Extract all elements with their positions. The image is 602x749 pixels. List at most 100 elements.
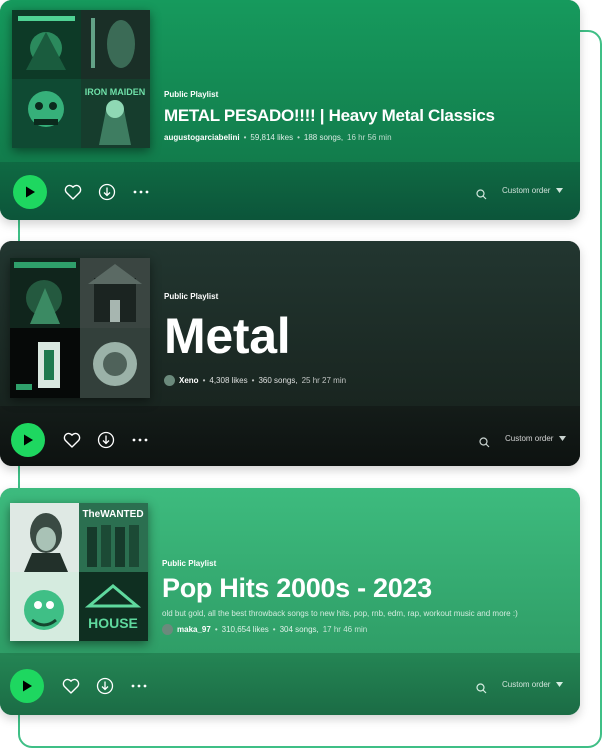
more-icon bbox=[133, 190, 149, 194]
cover-art-2 bbox=[80, 258, 150, 328]
cover-art-2: TheWANTED bbox=[79, 503, 148, 572]
playlist-description: old but gold, all the best throwback son… bbox=[162, 609, 518, 618]
caret-down-icon bbox=[559, 436, 567, 441]
heart-icon bbox=[64, 184, 82, 200]
playlist-type-label: Public Playlist bbox=[162, 559, 217, 568]
cover-tile bbox=[10, 258, 80, 328]
playlist-stats: augustogarciabelini • 59,814 likes • 188… bbox=[164, 133, 574, 142]
cover-art-4: HOUSE bbox=[79, 572, 148, 641]
search-icon bbox=[479, 437, 490, 448]
playlist-cover bbox=[10, 258, 150, 398]
separator-dot: • bbox=[243, 133, 247, 142]
search-button[interactable] bbox=[476, 681, 487, 699]
separator-dot: • bbox=[297, 133, 300, 142]
playlist-cover: IRON MAIDEN bbox=[12, 10, 150, 148]
cover-tile bbox=[10, 503, 79, 572]
cover-tile bbox=[12, 79, 81, 148]
playlist-cover: TheWANTED HOUSE bbox=[10, 503, 148, 641]
search-button[interactable] bbox=[476, 187, 487, 205]
playlist-stats: Xeno • 4,308 likes • 360 songs, 25 hr 27… bbox=[164, 375, 574, 386]
cover-text-house: HOUSE bbox=[88, 615, 138, 631]
sort-label: Custom order bbox=[502, 680, 551, 689]
playlist-meta: Public Playlist Metal Xeno • 4,308 likes… bbox=[164, 292, 574, 386]
action-bar bbox=[0, 653, 580, 715]
play-button[interactable] bbox=[10, 669, 44, 703]
download-button[interactable] bbox=[96, 430, 116, 450]
cover-art-3 bbox=[10, 328, 80, 398]
playlist-card: IRON MAIDEN Public Playlist METAL PESADO… bbox=[0, 0, 580, 220]
playlist-owner-link[interactable]: Xeno bbox=[179, 376, 199, 385]
more-options-button[interactable] bbox=[131, 182, 151, 202]
download-icon bbox=[98, 183, 116, 201]
cover-art-4 bbox=[80, 328, 150, 398]
sort-dropdown[interactable]: Custom order bbox=[505, 434, 567, 443]
playlist-title: METAL PESADO!!!! | Heavy Metal Classics bbox=[164, 106, 495, 125]
download-icon bbox=[97, 431, 115, 449]
more-options-button[interactable] bbox=[129, 676, 149, 696]
cover-art-1 bbox=[10, 258, 80, 328]
cover-art-3 bbox=[10, 572, 79, 641]
like-button[interactable] bbox=[61, 676, 81, 696]
owner-avatar bbox=[162, 624, 173, 635]
likes-count: 59,814 likes bbox=[250, 133, 294, 142]
cover-tile bbox=[10, 328, 80, 398]
playlist-meta: Public Playlist Pop Hits 2000s - 2023 ol… bbox=[162, 559, 576, 635]
like-button[interactable] bbox=[62, 430, 82, 450]
play-icon bbox=[26, 186, 35, 198]
cover-tile bbox=[80, 328, 150, 398]
songs-count: 360 songs, bbox=[258, 376, 298, 385]
cover-text-iron-maiden: IRON MAIDEN bbox=[85, 87, 146, 97]
download-button[interactable] bbox=[97, 182, 117, 202]
download-button[interactable] bbox=[95, 676, 115, 696]
cover-tile bbox=[81, 10, 150, 79]
cover-art-3 bbox=[12, 79, 81, 148]
sort-dropdown[interactable]: Custom order bbox=[502, 680, 564, 689]
sort-label: Custom order bbox=[502, 186, 551, 195]
action-bar bbox=[0, 162, 580, 220]
cover-art-1 bbox=[12, 10, 81, 79]
sort-dropdown[interactable]: Custom order bbox=[502, 186, 564, 195]
cover-tile bbox=[12, 10, 81, 79]
play-button[interactable] bbox=[13, 175, 47, 209]
play-icon bbox=[24, 434, 33, 446]
heart-icon bbox=[62, 678, 80, 694]
playlist-card: TheWANTED HOUSE Public Playlist Pop Hits… bbox=[0, 488, 580, 715]
playlist-duration: 25 hr 27 min bbox=[301, 376, 347, 385]
separator-dot: • bbox=[214, 625, 218, 634]
cover-art-4: IRON MAIDEN bbox=[81, 79, 150, 148]
likes-count: 4,308 likes bbox=[209, 376, 248, 385]
more-icon bbox=[131, 684, 147, 688]
separator-dot: • bbox=[202, 376, 206, 385]
more-icon bbox=[132, 438, 148, 442]
cover-tile: TheWANTED bbox=[79, 503, 148, 572]
search-icon bbox=[476, 683, 487, 694]
playlist-owner-link[interactable]: augustogarciabelini bbox=[164, 133, 240, 142]
search-button[interactable] bbox=[479, 435, 490, 453]
playlist-title: Pop Hits 2000s - 2023 bbox=[162, 573, 432, 603]
caret-down-icon bbox=[556, 188, 564, 193]
playlist-type-label: Public Playlist bbox=[164, 292, 219, 301]
like-button[interactable] bbox=[63, 182, 83, 202]
cover-art-1 bbox=[10, 503, 79, 572]
search-icon bbox=[476, 189, 487, 200]
caret-down-icon bbox=[556, 682, 564, 687]
cover-tile: IRON MAIDEN bbox=[81, 79, 150, 148]
songs-count: 304 songs, bbox=[279, 625, 319, 634]
action-bar bbox=[0, 406, 580, 466]
owner-avatar bbox=[164, 375, 175, 386]
cover-art-2 bbox=[81, 10, 150, 79]
heart-icon bbox=[63, 432, 81, 448]
playlist-title: Metal bbox=[164, 308, 291, 364]
playlist-duration: 16 hr 56 min bbox=[347, 133, 392, 142]
playlist-meta: Public Playlist METAL PESADO!!!! | Heavy… bbox=[164, 90, 574, 142]
cover-text-the-wanted: TheWANTED bbox=[82, 509, 143, 520]
separator-dot: • bbox=[272, 625, 276, 634]
songs-count: 188 songs, bbox=[303, 133, 344, 142]
more-options-button[interactable] bbox=[130, 430, 150, 450]
playlist-stats: maka_97 • 310,654 likes • 304 songs, 17 … bbox=[162, 624, 576, 635]
play-button[interactable] bbox=[11, 423, 45, 457]
play-icon bbox=[23, 680, 32, 692]
playlist-owner-link[interactable]: maka_97 bbox=[177, 625, 211, 634]
playlist-showcase: IRON MAIDEN Public Playlist METAL PESADO… bbox=[0, 0, 602, 749]
likes-count: 310,654 likes bbox=[221, 625, 269, 634]
